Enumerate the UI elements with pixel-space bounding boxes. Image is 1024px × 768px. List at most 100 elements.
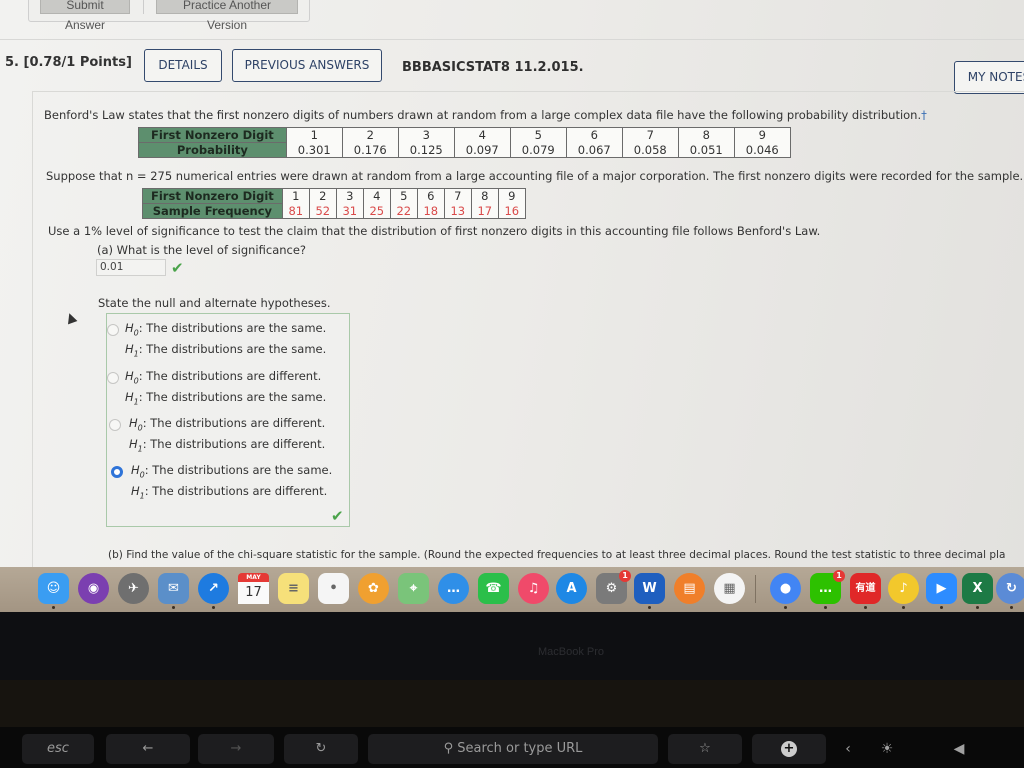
- bookmark-star-icon[interactable]: ☆: [668, 734, 742, 764]
- digit-cell: 7: [621, 127, 679, 143]
- probability-cell: 0.051: [677, 142, 735, 158]
- excel-icon[interactable]: X: [962, 573, 993, 604]
- digit-cell: 5: [509, 127, 567, 143]
- calendar-day: 17: [238, 582, 269, 604]
- probability-cell: 0.067: [565, 142, 623, 158]
- frequency-cell: 81: [281, 203, 310, 219]
- books-icon[interactable]: ▤: [674, 573, 705, 604]
- submit-answer-button[interactable]: Submit Answer: [40, 0, 130, 32]
- digit-cell: 8: [470, 188, 499, 204]
- hypothesis-option-2[interactable]: H0: The distributions are different. H1:…: [107, 366, 347, 410]
- hypothesis-option-3[interactable]: H0: The distributions are different. H1:…: [109, 413, 349, 457]
- calendar-icon[interactable]: MAY 17: [238, 573, 269, 604]
- hypotheses-options: H0: The distributions are the same. H1: …: [106, 313, 350, 527]
- siri-icon[interactable]: ◉: [78, 573, 109, 604]
- reload-icon[interactable]: ↻: [284, 734, 358, 764]
- network-icon[interactable]: ↻: [996, 573, 1024, 604]
- new-tab-icon[interactable]: +: [752, 734, 826, 764]
- qq-music-icon[interactable]: ♪: [888, 573, 919, 604]
- probability-cell: 0.301: [285, 142, 343, 158]
- problem-intro: Benford's Law states that the first nonz…: [44, 108, 927, 122]
- running-indicator: [172, 606, 175, 609]
- my-notes-button[interactable]: MY NOTES: [954, 61, 1024, 94]
- dock: ☺ ◉ ✈ ✉ ↗ MAY 17 ≡ • ✿ ⌖ … ☎ ♫ A ⚙ 1 W ▤ ▦ ● … 1 有道 ♪ ▶ X ↻: [0, 567, 1024, 612]
- significance-input[interactable]: 0.01: [96, 259, 166, 276]
- music-icon[interactable]: ♫: [518, 573, 549, 604]
- digit-cell: 6: [416, 188, 445, 204]
- facetime-icon[interactable]: ☎: [478, 573, 509, 604]
- messages-icon[interactable]: …: [438, 573, 469, 604]
- photos-icon[interactable]: ✿: [358, 573, 389, 604]
- running-indicator: [212, 606, 215, 609]
- brightness-icon[interactable]: ☀: [872, 734, 902, 764]
- footnote-dagger[interactable]: †: [921, 108, 927, 122]
- running-indicator: [648, 606, 651, 609]
- hypothesis-option-4[interactable]: H0: The distributions are the same. H1: …: [111, 460, 351, 504]
- running-indicator: [52, 606, 55, 609]
- h1-line: H1: The distributions are different.: [129, 437, 326, 454]
- plus-icon: +: [781, 741, 797, 757]
- wechat-icon[interactable]: … 1: [810, 570, 845, 604]
- digit-cell: 8: [677, 127, 735, 143]
- app-store-icon[interactable]: A: [556, 573, 587, 604]
- checkmark-icon: ✔: [331, 507, 344, 525]
- maps-icon[interactable]: ⌖: [398, 573, 429, 604]
- sample-sentence: Suppose that n = 275 numerical entries w…: [46, 169, 1024, 183]
- divider: [143, 0, 144, 14]
- row-header: Sample Frequency: [142, 203, 283, 219]
- frequency-cell: 25: [362, 203, 391, 219]
- chrome-icon[interactable]: ●: [770, 573, 801, 604]
- benford-probability-row: Probability 0.301 0.176 0.125 0.097 0.07…: [138, 142, 791, 158]
- sample-frequency-row: Sample Frequency 81 52 31 25 22 18 13 17…: [142, 203, 526, 219]
- checkmark-icon: ✔: [171, 259, 184, 277]
- digit-cell: 4: [453, 127, 511, 143]
- notification-badge: 1: [833, 570, 845, 582]
- previous-answers-button[interactable]: PREVIOUS ANSWERS: [232, 49, 382, 82]
- row-header: Probability: [138, 142, 287, 158]
- youdao-icon[interactable]: 有道: [850, 573, 881, 604]
- collapse-control-strip-icon[interactable]: ‹: [838, 734, 858, 764]
- frequency-cell: 31: [335, 203, 364, 219]
- practice-another-version-button[interactable]: Practice Another Version: [156, 0, 298, 32]
- reminders-icon[interactable]: •: [318, 573, 349, 604]
- system-preferences-icon[interactable]: ⚙ 1: [596, 570, 631, 604]
- calendar-month: MAY: [238, 573, 269, 582]
- digit-cell: 9: [497, 188, 526, 204]
- part-b-question: (b) Find the value of the chi-square sta…: [108, 549, 1006, 561]
- row-header: First Nonzero Digit: [138, 127, 287, 143]
- radio-button-selected[interactable]: [111, 466, 123, 478]
- forward-arrow-icon[interactable]: →: [198, 734, 274, 764]
- h0-line: H0: The distributions are different.: [125, 369, 322, 386]
- running-indicator: [902, 606, 905, 609]
- radio-button[interactable]: [107, 324, 119, 336]
- microsoft-autoupdate-icon[interactable]: ▦: [714, 573, 745, 604]
- mail-icon[interactable]: ✉: [158, 573, 189, 604]
- radio-button[interactable]: [107, 372, 119, 384]
- frequency-cell: 18: [416, 203, 445, 219]
- digit-cell: 3: [397, 127, 455, 143]
- safari-icon[interactable]: ↗: [198, 573, 229, 604]
- benford-table: First Nonzero Digit 1 2 3 4 5 6 7 8 9 Pr…: [138, 127, 791, 158]
- launchpad-icon[interactable]: ✈: [118, 573, 149, 604]
- probability-cell: 0.079: [509, 142, 567, 158]
- notes-icon[interactable]: ≡: [278, 573, 309, 604]
- word-icon[interactable]: W: [634, 573, 665, 604]
- finder-icon[interactable]: ☺: [38, 573, 69, 604]
- esc-key[interactable]: esc: [22, 734, 94, 764]
- frequency-cell: 22: [389, 203, 418, 219]
- h0-line: H0: The distributions are different.: [129, 416, 326, 433]
- back-arrow-icon[interactable]: ←: [106, 734, 190, 764]
- frequency-cell: 16: [497, 203, 526, 219]
- hypothesis-option-1[interactable]: H0: The distributions are the same. H1: …: [107, 318, 347, 362]
- h1-line: H1: The distributions are the same.: [125, 390, 327, 407]
- radio-button[interactable]: [109, 419, 121, 431]
- zoom-icon[interactable]: ▶: [926, 573, 957, 604]
- volume-icon[interactable]: ◀: [944, 734, 974, 764]
- sample-digit-row: First Nonzero Digit 1 2 3 4 5 6 7 8 9: [142, 188, 526, 204]
- search-url-field[interactable]: ⚲ Search or type URL: [368, 734, 658, 764]
- laptop-bezel: MacBook Pro: [0, 612, 1024, 680]
- digit-cell: 7: [443, 188, 472, 204]
- digit-cell: 2: [341, 127, 399, 143]
- details-button[interactable]: DETAILS: [144, 49, 222, 82]
- running-indicator: [784, 606, 787, 609]
